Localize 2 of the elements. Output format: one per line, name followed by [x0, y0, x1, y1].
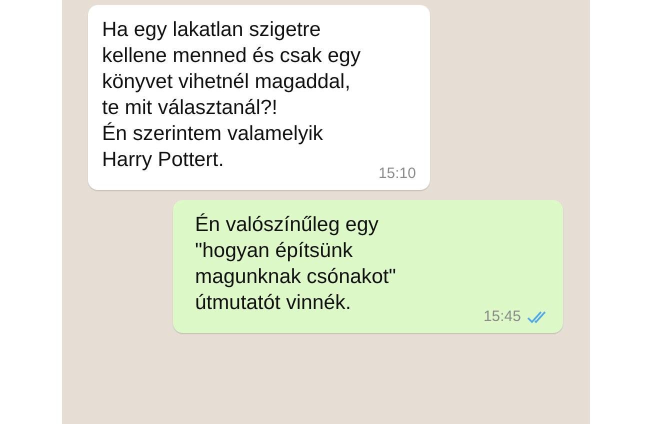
message-time: 15:45	[483, 308, 521, 325]
message-time: 15:10	[378, 165, 416, 182]
